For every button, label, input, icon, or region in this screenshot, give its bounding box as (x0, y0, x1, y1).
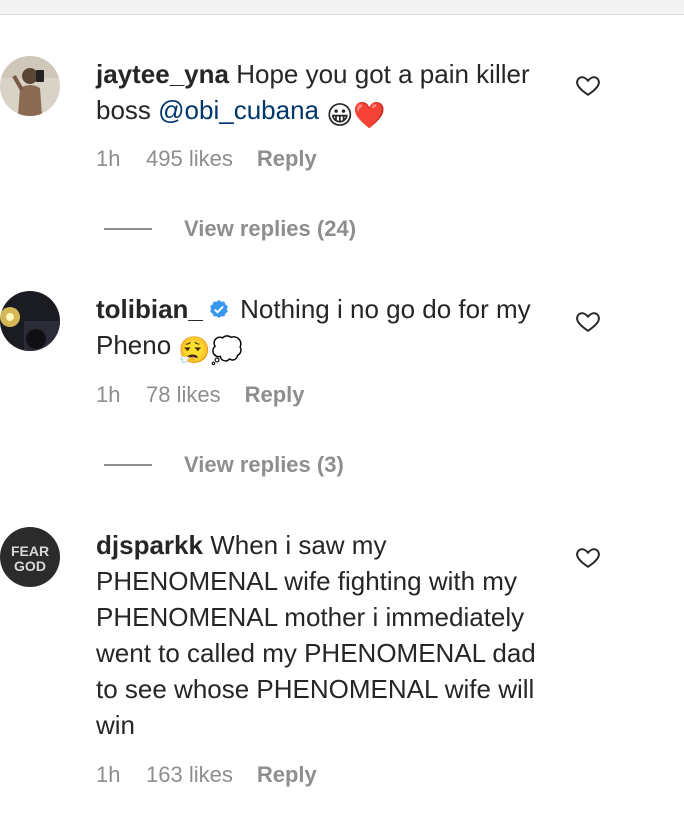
grinning-face-heart-emoji: 😀❤️ (326, 100, 386, 130)
reply-button[interactable]: Reply (257, 146, 317, 172)
divider-line (104, 464, 152, 466)
view-replies-label: View replies (3) (184, 452, 344, 477)
comment-likes[interactable]: 495 likes (146, 146, 233, 172)
comment-time: 1h (96, 146, 121, 171)
avatar[interactable] (0, 291, 60, 351)
avatar[interactable] (0, 56, 60, 116)
avatar-text-fear: FEAR (11, 543, 49, 559)
comment-text: tolibian_ Nothing i no go do for my Phen… (96, 291, 536, 368)
comment-text: djsparkk When i saw my PHENOMENAL wife f… (96, 527, 536, 743)
verified-badge-icon (207, 294, 231, 318)
comment-text: jaytee_yna Hope you got a pain killer bo… (96, 56, 536, 133)
divider-line (104, 228, 152, 230)
comment-username[interactable]: jaytee_yna (96, 59, 229, 89)
avatar[interactable]: FEAR GOD (0, 527, 60, 587)
top-divider (0, 0, 684, 15)
comment-meta: 1h 78 likes Reply (96, 382, 305, 408)
comment-username[interactable]: tolibian_ (96, 294, 203, 324)
comment-meta: 1h 495 likes Reply (96, 146, 317, 172)
comment-body: When i saw my PHENOMENAL wife fighting w… (96, 530, 536, 740)
comment-likes[interactable]: 163 likes (146, 762, 233, 788)
comment-meta: 1h 163 likes Reply (96, 762, 317, 788)
view-replies-label: View replies (24) (184, 216, 357, 241)
comment-likes[interactable]: 78 likes (146, 382, 221, 408)
mention-link[interactable]: @obi_cubana (158, 95, 319, 125)
view-replies-button[interactable]: View replies (24) (104, 216, 356, 242)
exhaling-face-thought-bubble-emoji: 😮‍💨💭 (178, 335, 244, 365)
like-heart-icon[interactable] (575, 72, 601, 98)
reply-button[interactable]: Reply (245, 382, 305, 408)
comment-time: 1h (96, 762, 121, 787)
comment-time: 1h (96, 382, 121, 407)
avatar-text-god: GOD (14, 558, 46, 574)
like-heart-icon[interactable] (575, 308, 601, 334)
like-heart-icon[interactable] (575, 544, 601, 570)
comment-username[interactable]: djsparkk (96, 530, 203, 560)
reply-button[interactable]: Reply (257, 762, 317, 788)
view-replies-button[interactable]: View replies (3) (104, 452, 344, 478)
